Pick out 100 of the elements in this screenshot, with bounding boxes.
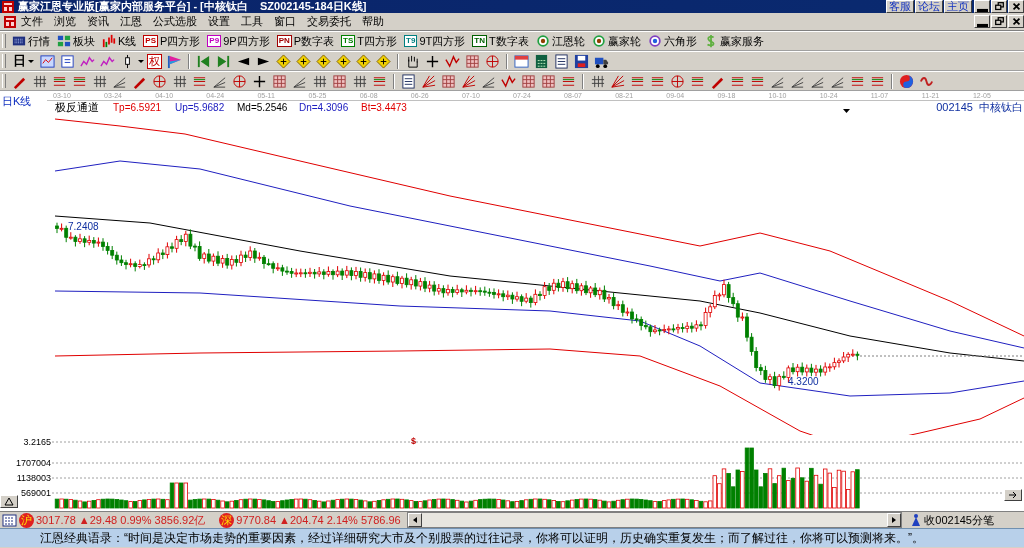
menu-item[interactable]: 设置	[204, 14, 234, 29]
grid-icon	[441, 73, 456, 89]
skip-back-icon	[196, 53, 211, 69]
menu-item[interactable]: 工具	[237, 14, 267, 29]
restore-button[interactable]	[991, 0, 1007, 13]
badge-icon: P9	[207, 35, 222, 47]
diamond-button[interactable]	[274, 53, 293, 69]
toolbar-button[interactable]: TS T四方形	[339, 33, 402, 49]
plus-icon	[252, 73, 267, 89]
grid-button[interactable]	[463, 53, 482, 69]
legend-value: Up=5.9682	[175, 101, 226, 113]
diamond-icon	[356, 53, 371, 69]
disk-button[interactable]	[572, 53, 591, 69]
toolbar-button[interactable]: TN T数字表	[470, 33, 533, 49]
toolbar-button[interactable]: P9 9P四方形	[205, 33, 274, 49]
scroll-right-button[interactable]	[1004, 489, 1022, 501]
circle-button[interactable]	[483, 53, 502, 69]
scroll-left-button[interactable]	[407, 513, 422, 527]
list-button[interactable]	[58, 53, 77, 69]
horizontal-scrollbar[interactable]	[406, 512, 903, 528]
menu-item[interactable]: 浏览	[50, 14, 80, 29]
menu-item[interactable]: 帮助	[358, 14, 388, 29]
fan-icon	[461, 73, 476, 89]
document-button[interactable]	[552, 53, 571, 69]
menu-item[interactable]: 文件	[17, 14, 47, 29]
fan-button[interactable]	[419, 73, 438, 89]
legend-value: Dn=4.3096	[299, 101, 350, 113]
zigzag-button[interactable]	[443, 53, 462, 69]
target-icon	[535, 34, 550, 48]
menu-item[interactable]: 资讯	[83, 14, 113, 29]
blocks-icon	[57, 34, 71, 48]
scroll-right-button[interactable]	[887, 513, 902, 527]
grid-button[interactable]	[330, 73, 349, 89]
fan-button[interactable]	[608, 73, 627, 89]
close-button[interactable]	[1008, 0, 1024, 13]
flag-button[interactable]	[165, 53, 184, 69]
circle-button[interactable]	[150, 73, 169, 89]
hash-icon	[172, 73, 187, 89]
app-logo-icon	[1, 0, 15, 14]
yinyang-button[interactable]	[897, 73, 916, 89]
circle-icon	[670, 73, 685, 89]
diamond-button[interactable]	[334, 53, 353, 69]
skip-forward-icon	[216, 53, 231, 69]
stock-symbol: 002145 中核钛白	[936, 99, 1024, 115]
chart-window-button[interactable]	[38, 53, 57, 69]
grid-icon	[465, 53, 480, 69]
list-icon	[60, 53, 75, 69]
plus-icon	[425, 53, 440, 69]
grid-icon	[521, 73, 536, 89]
menu-item[interactable]: 交易委托	[303, 14, 355, 29]
diamond-button[interactable]	[294, 53, 313, 69]
header-link[interactable]: 论坛	[915, 0, 943, 13]
diamond-button[interactable]	[374, 53, 393, 69]
toolbar-button[interactable]: K线	[100, 33, 141, 49]
price-label: 4.3200	[788, 376, 819, 387]
zigzag-icon	[445, 53, 460, 69]
header-link[interactable]: 主页	[944, 0, 972, 13]
chart-title: 日K线	[1, 94, 33, 109]
circle-icon	[485, 53, 500, 69]
grid-button[interactable]	[539, 73, 558, 89]
menu-item[interactable]: 公式选股	[149, 14, 201, 29]
axis-label: 1707004	[14, 457, 52, 470]
minimize-button[interactable]	[974, 0, 990, 13]
grid-button[interactable]	[439, 73, 458, 89]
period-dropdown[interactable]: 日	[10, 52, 37, 70]
menu-item[interactable]: 窗口	[270, 14, 300, 29]
app-logo-icon	[3, 14, 17, 29]
toolbar-button[interactable]: 行情	[10, 33, 54, 49]
toolbar-button[interactable]: 赢家轮	[589, 33, 645, 49]
toolbar-button[interactable]: 江恩轮	[533, 33, 589, 49]
toolbar-button[interactable]: PN P数字表	[274, 33, 339, 49]
calendar-button[interactable]	[512, 53, 531, 69]
restore-button[interactable]	[991, 15, 1007, 28]
menu-item[interactable]: 江恩	[116, 14, 146, 29]
axis-label: 569001	[19, 487, 52, 500]
expand-button[interactable]	[0, 495, 18, 508]
close-icon	[1010, 1, 1022, 12]
diamond-button[interactable]	[314, 53, 333, 69]
chart-window-icon	[40, 53, 55, 69]
circle-button[interactable]	[230, 73, 249, 89]
close-button[interactable]	[1008, 15, 1024, 28]
toolbar-button[interactable]: T9 9T四方形	[402, 33, 470, 49]
hash-icon	[32, 73, 47, 89]
axis-label: 1138003	[15, 472, 52, 485]
tick-detail-label[interactable]: 收002145分笔	[924, 512, 1024, 528]
rights-button[interactable]: 权	[147, 53, 162, 69]
grid-button[interactable]	[270, 73, 289, 89]
header-link[interactable]: 客服	[886, 0, 914, 13]
zigzag-button[interactable]	[499, 73, 518, 89]
fan-button[interactable]	[459, 73, 478, 89]
grid-button[interactable]	[519, 73, 538, 89]
toolbar-button[interactable]: 六角形	[645, 33, 701, 49]
arrow-left-icon	[411, 516, 418, 524]
toolbar-button[interactable]: 赢家服务	[701, 33, 768, 49]
diamond-button[interactable]	[354, 53, 373, 69]
toolbar-button[interactable]: 板块	[55, 33, 99, 49]
circle-button[interactable]	[668, 73, 687, 89]
minimize-button[interactable]	[974, 15, 990, 28]
document-button[interactable]	[399, 73, 418, 89]
toolbar-button[interactable]: PS P四方形	[141, 33, 205, 49]
